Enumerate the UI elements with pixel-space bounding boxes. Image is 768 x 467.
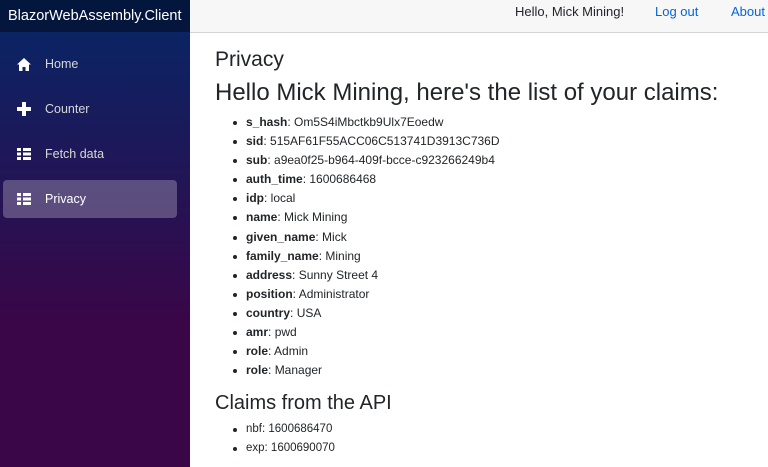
sidebar: BlazorWebAssembly.Client Home Counter Fe… bbox=[0, 0, 190, 467]
api-claims-heading: Claims from the API bbox=[215, 392, 392, 415]
claim-value: Sunny Street 4 bbox=[298, 267, 379, 282]
claim-value: 1600686468 bbox=[309, 172, 377, 187]
nav-item-fetch-data[interactable]: Fetch data bbox=[3, 135, 177, 173]
logout-link[interactable]: Log out bbox=[655, 4, 698, 19]
claim-value: 515AF61F55ACC06C513741D3913C736D bbox=[270, 134, 500, 149]
nav-item-counter[interactable]: Counter bbox=[3, 90, 177, 128]
list-item: amr: pwd bbox=[231, 323, 765, 342]
claim-value: local bbox=[270, 191, 296, 206]
claim-key: role bbox=[246, 363, 269, 378]
brand-link[interactable]: BlazorWebAssembly.Client bbox=[8, 8, 182, 24]
list-item: country: USA bbox=[231, 304, 765, 323]
claim-key: sub bbox=[246, 153, 268, 168]
claim-key: family_name bbox=[246, 248, 319, 263]
claim-value: Mick bbox=[322, 229, 347, 244]
list-item: address: Sunny Street 4 bbox=[231, 266, 765, 285]
about-link[interactable]: About bbox=[731, 4, 765, 19]
list-item: s_hash: Om5S4iMbctkb9Ulx7Eoedw bbox=[231, 113, 765, 132]
list-item: idp: local bbox=[231, 189, 765, 208]
claim-value: Manager bbox=[274, 363, 323, 378]
nav-item-label: Fetch data bbox=[45, 147, 105, 161]
nav-item-label: Home bbox=[45, 57, 79, 71]
claim-key: address bbox=[246, 267, 293, 282]
list-item: given_name: Mick bbox=[231, 228, 765, 247]
claim-value: Administrator bbox=[298, 286, 370, 301]
claims-heading: Hello Mick Mining, here's the list of yo… bbox=[215, 79, 719, 106]
list-item: auth_time: 1600686468 bbox=[231, 170, 765, 189]
claim-key: country bbox=[246, 305, 291, 320]
list-item: exp: 1600690070 bbox=[231, 439, 765, 458]
claim-key: role bbox=[246, 344, 269, 359]
list-item: role: Manager bbox=[231, 361, 765, 380]
claim-value: a9ea0f25-b964-409f-bcce-c923266249b4 bbox=[274, 153, 495, 168]
claim-key: s_hash bbox=[246, 115, 288, 129]
list-item: position: Administrator bbox=[231, 285, 765, 304]
claim-value: Mining bbox=[325, 248, 361, 263]
claim-key: position bbox=[246, 286, 293, 301]
claim-key: sid bbox=[246, 134, 264, 149]
list-icon bbox=[16, 146, 32, 162]
page-title: Privacy bbox=[215, 48, 284, 71]
api-claims-list: nbf: 1600686470 exp: 1600690070 bbox=[215, 420, 765, 458]
list-item: sub: a9ea0f25-b964-409f-bcce-c923266249b… bbox=[231, 151, 765, 170]
top-row: Hello, Mick Mining! Log out About bbox=[190, 0, 768, 33]
list-icon bbox=[16, 191, 32, 207]
nav-item-home[interactable]: Home bbox=[3, 45, 177, 83]
claim-key: idp bbox=[246, 191, 264, 206]
list-item: role: Admin bbox=[231, 342, 765, 361]
claim-value: Mick Mining bbox=[284, 210, 348, 225]
nav-item-privacy[interactable]: Privacy bbox=[3, 180, 177, 218]
list-item: nbf: 1600686470 bbox=[231, 420, 765, 439]
claim-value: Admin bbox=[274, 344, 309, 359]
main-content: Privacy Hello Mick Mining, here's the li… bbox=[215, 43, 765, 458]
claim-value: USA bbox=[296, 305, 322, 320]
claim-value: pwd bbox=[274, 325, 297, 340]
list-item: name: Mick Mining bbox=[231, 208, 765, 227]
brand-bar: BlazorWebAssembly.Client bbox=[0, 0, 190, 32]
nav-item-label: Counter bbox=[45, 102, 90, 116]
list-item: family_name: Mining bbox=[231, 247, 765, 266]
claim-key: auth_time bbox=[246, 172, 303, 187]
claim-key: given_name bbox=[246, 229, 316, 244]
claim-key: name bbox=[246, 210, 278, 225]
home-icon bbox=[16, 56, 32, 72]
claim-key: amr bbox=[246, 325, 269, 340]
list-item: sid: 515AF61F55ACC06C513741D3913C736D bbox=[231, 132, 765, 151]
user-greeting: Hello, Mick Mining! bbox=[515, 4, 625, 19]
plus-icon bbox=[16, 101, 32, 117]
claims-list: s_hash: Om5S4iMbctkb9Ulx7Eoedw sid: 515A… bbox=[215, 113, 765, 380]
claim-value: Om5S4iMbctkb9Ulx7Eoedw bbox=[294, 115, 444, 129]
nav-item-label: Privacy bbox=[45, 192, 86, 206]
